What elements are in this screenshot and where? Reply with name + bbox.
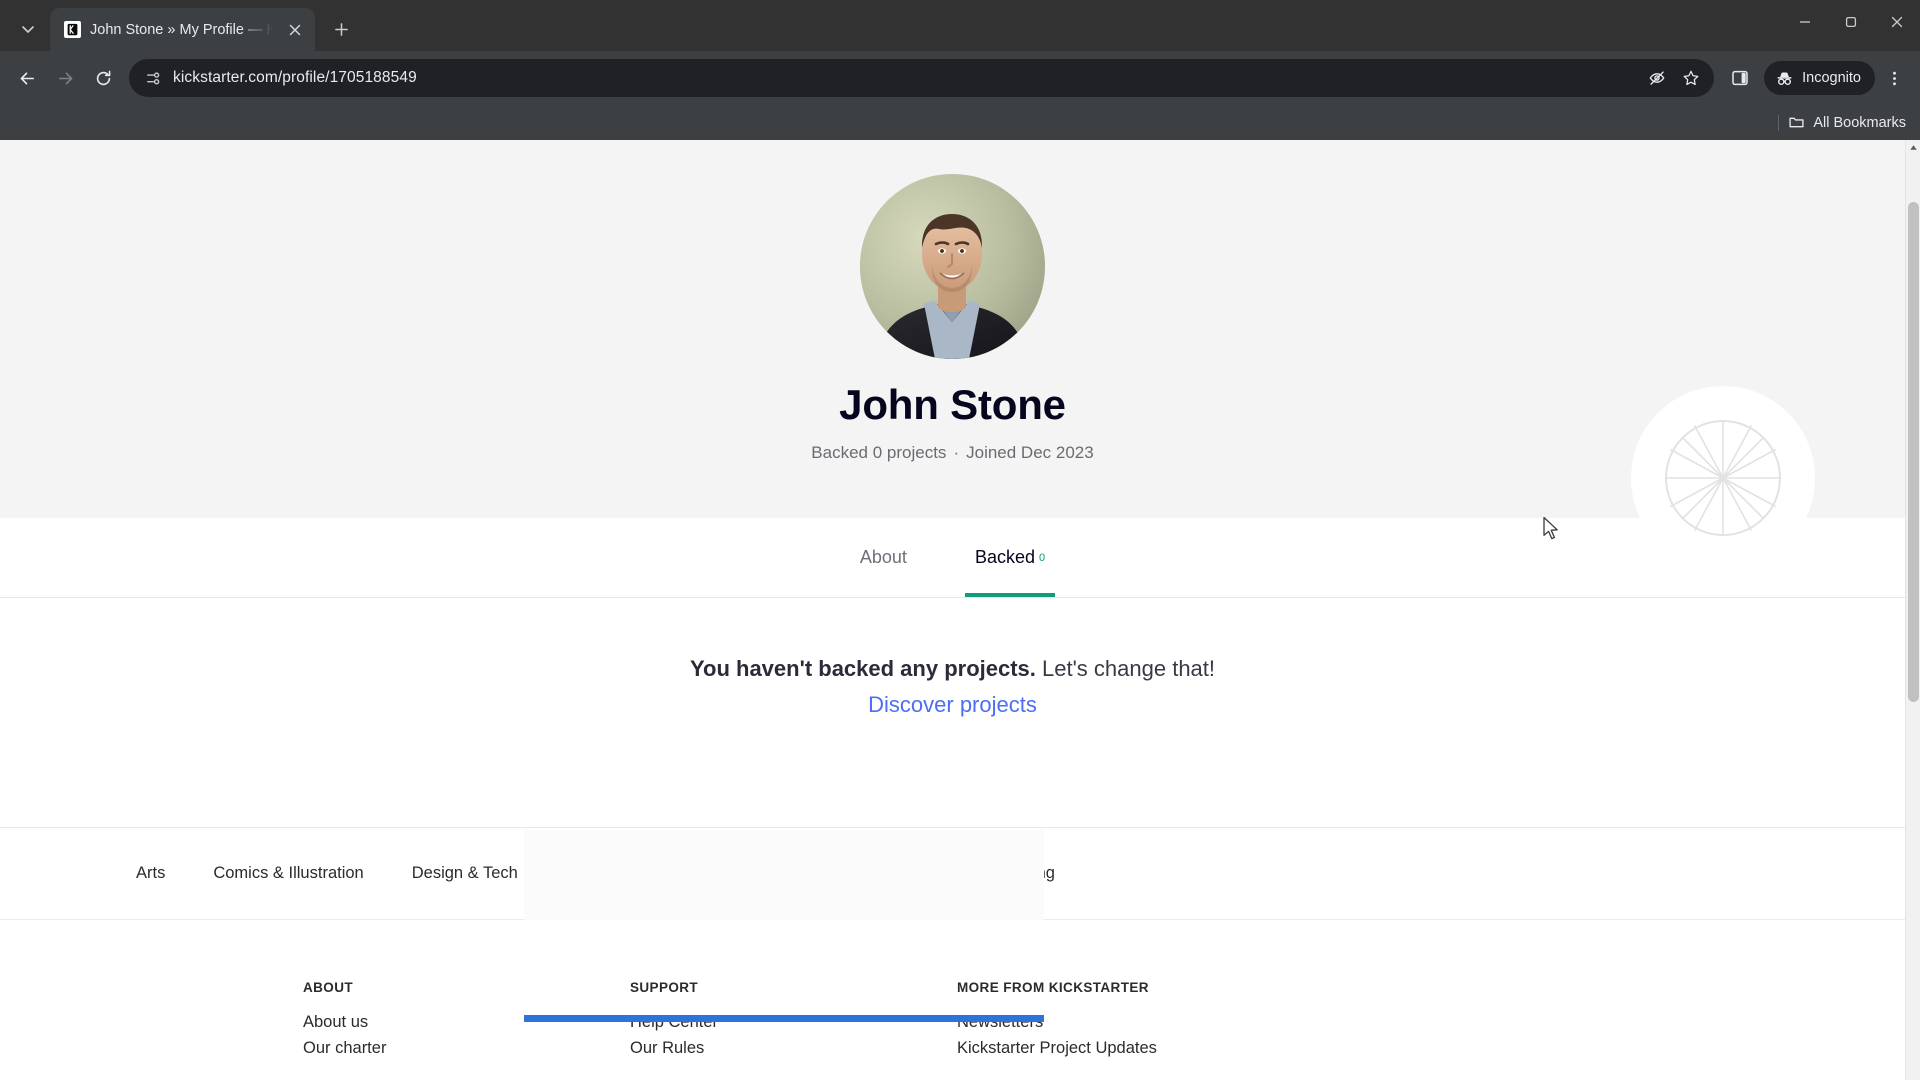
eye-off-icon (1648, 69, 1666, 87)
incognito-label: Incognito (1802, 70, 1861, 86)
forward-button[interactable] (47, 60, 83, 96)
meta-separator: · (953, 443, 959, 462)
scrollbar-thumb[interactable] (1908, 202, 1919, 702)
new-tab-button[interactable] (321, 9, 361, 49)
tab-search-button[interactable] (6, 9, 50, 49)
address-bar[interactable]: kickstarter.com/profile/1705188549 (129, 59, 1714, 97)
footer-link-our-rules[interactable]: Our Rules (630, 1039, 957, 1058)
bookmarks-bar: All Bookmarks (0, 105, 1920, 140)
footer-link-project-updates[interactable]: Kickstarter Project Updates (957, 1039, 1357, 1058)
reload-icon (94, 69, 113, 88)
bookmarks-divider (1778, 115, 1779, 131)
close-window-button[interactable] (1874, 0, 1920, 44)
omnibox-actions (1642, 63, 1706, 93)
page-scrollbar[interactable] (1905, 140, 1920, 1080)
reload-button[interactable] (85, 60, 121, 96)
loading-progress-bar (524, 1015, 1044, 1022)
category-arts[interactable]: Arts (136, 864, 165, 883)
profile-header: John Stone Backed 0 projects · Joined Dec … (0, 140, 1905, 518)
discover-projects-link[interactable]: Discover projects (868, 692, 1037, 718)
side-panel-icon (1731, 69, 1749, 87)
forward-arrow-icon (56, 69, 75, 88)
browser-window: John Stone » My Profile — Kick (0, 0, 1920, 1080)
empty-state-message: You haven't backed any projects. Let's c… (690, 656, 1215, 682)
footer-heading-more: MORE FROM KICKSTARTER (957, 980, 1357, 995)
incognito-indicator[interactable]: Incognito (1764, 61, 1875, 95)
page-info-icon[interactable] (143, 68, 163, 88)
tab-title: John Stone » My Profile — Kick (90, 22, 273, 38)
footer-link-our-charter[interactable]: Our charter (303, 1039, 630, 1058)
category-comics-illustration[interactable]: Comics & Illustration (213, 864, 363, 883)
chevron-up-icon (1909, 143, 1918, 152)
side-panel-button[interactable] (1722, 60, 1758, 96)
footer-column-about: ABOUT About us Our charter (303, 980, 630, 1065)
joined-date-text: Joined Dec 2023 (966, 443, 1094, 462)
empty-state: You haven't backed any projects. Let's c… (0, 598, 1905, 828)
tab-strip: John Stone » My Profile — Kick (0, 0, 1920, 51)
footer-column-more-from-kickstarter: MORE FROM KICKSTARTER Newsletters Kickst… (957, 980, 1357, 1065)
scroll-up-button[interactable] (1906, 140, 1920, 155)
minimize-icon (1798, 15, 1812, 29)
empty-state-bold-text: You haven't backed any projects. (690, 656, 1036, 681)
kickstarter-favicon (64, 21, 81, 38)
url-text: kickstarter.com/profile/1705188549 (173, 69, 1632, 87)
maximize-button[interactable] (1828, 0, 1874, 44)
category-design-tech[interactable]: Design & Tech (412, 864, 518, 883)
close-icon (1890, 15, 1904, 29)
footer-heading-support: SUPPORT (630, 980, 957, 995)
tab-backed-label: Backed (975, 547, 1035, 568)
window-controls (1782, 0, 1920, 51)
browser-toolbar: kickstarter.com/profile/1705188549 (0, 51, 1920, 105)
empty-state-normal-text: Let's change that! (1036, 656, 1215, 681)
restore-icon (1844, 15, 1858, 29)
avatar (860, 174, 1045, 359)
tab-backed-count: 0 (1039, 552, 1045, 564)
all-bookmarks-button[interactable]: All Bookmarks (1788, 114, 1906, 131)
tab-close-button[interactable] (282, 17, 307, 42)
profile-tabs: About Backed 0 (0, 518, 1905, 598)
site-footer: ABOUT About us Our charter SUPPORT Help … (0, 920, 1905, 1065)
page-title: John Stone (839, 381, 1066, 429)
backed-count-text: Backed 0 projects (811, 443, 946, 462)
close-icon (289, 24, 301, 36)
folder-icon (1788, 114, 1805, 131)
browser-tab[interactable]: John Stone » My Profile — Kick (50, 8, 315, 51)
tracking-protection-button[interactable] (1642, 63, 1672, 93)
three-dot-menu-icon (1886, 70, 1903, 87)
minimize-button[interactable] (1782, 0, 1828, 44)
clipped-nav-text (950, 140, 954, 147)
footer-heading-about: ABOUT (303, 980, 630, 995)
profile-meta: Backed 0 projects · Joined Dec 2023 (811, 443, 1093, 463)
tab-about-label: About (860, 547, 907, 568)
kickstarter-profile-page: John Stone Backed 0 projects · Joined Dec … (0, 140, 1905, 1080)
footer-column-support: SUPPORT Help Center Our Rules (630, 980, 957, 1065)
page-viewport: John Stone Backed 0 projects · Joined Dec … (0, 140, 1920, 1080)
all-bookmarks-label: All Bookmarks (1813, 115, 1906, 131)
browser-menu-button[interactable] (1877, 60, 1911, 96)
star-icon (1682, 69, 1700, 87)
back-button[interactable] (9, 60, 45, 96)
bookmark-button[interactable] (1676, 63, 1706, 93)
plus-icon (334, 22, 349, 37)
toolbar-right-actions: Incognito (1722, 60, 1911, 96)
chevron-down-icon (20, 21, 36, 37)
tab-about[interactable]: About (826, 518, 941, 597)
clipped-site-nav (0, 140, 1905, 149)
incognito-icon (1775, 69, 1794, 88)
tab-backed[interactable]: Backed 0 (941, 518, 1079, 597)
back-arrow-icon (18, 69, 37, 88)
